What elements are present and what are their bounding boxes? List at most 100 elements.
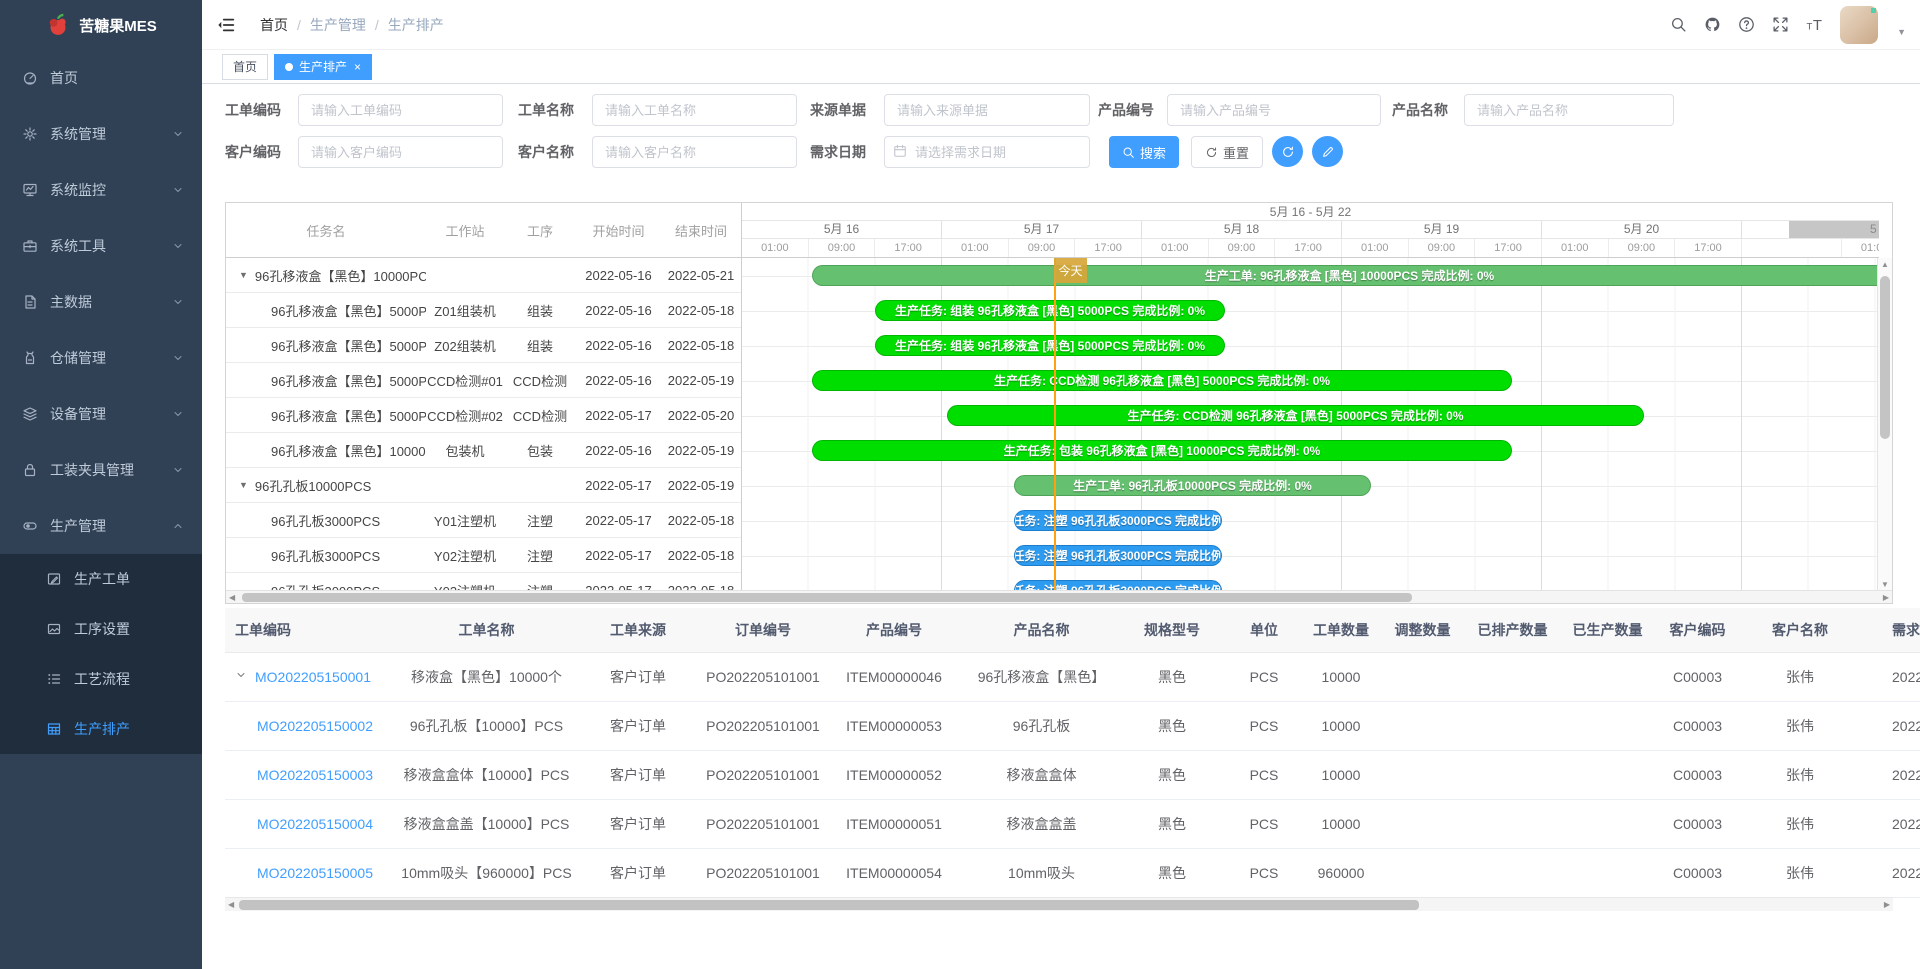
text-input-客户编码[interactable] [298, 136, 503, 168]
vertical-scroll-thumb[interactable] [1880, 276, 1890, 439]
scroll-up-arrow[interactable]: ▲ [1878, 260, 1892, 269]
gantt-grid-row[interactable]: 96孔孔板3000PCSY01注塑机注塑2022-05-172022-05-18 [226, 503, 741, 538]
sidebar-item-1[interactable]: 系统管理 [0, 106, 202, 162]
sidebar-item-3[interactable]: 系统工具 [0, 218, 202, 274]
search-button[interactable]: 搜索 [1109, 136, 1179, 168]
tab-production-scheduling[interactable]: 生产排产 × [274, 54, 372, 80]
gantt-bar-parent[interactable]: 生产工单: 96孔孔板10000PCS 完成比例: 0% [1014, 475, 1371, 496]
table-cell: 张伟 [1740, 750, 1860, 799]
app-logo: 苦糖果MES [0, 0, 202, 50]
tree-collapse-icon[interactable]: ▼ [239, 480, 248, 490]
tab-home[interactable]: 首页 [222, 54, 268, 80]
table-column-header-工单名称: 工单名称 [400, 608, 573, 652]
horizontal-scroll-thumb[interactable] [242, 593, 1412, 602]
chevron-down-icon [172, 408, 184, 420]
tree-collapse-icon[interactable]: ▼ [239, 270, 248, 280]
breadcrumb-production-management[interactable]: 生产管理 [310, 15, 366, 35]
text-input-来源单据[interactable] [884, 94, 1090, 126]
work-order-link[interactable]: MO202205150003 [257, 767, 373, 783]
document-icon [22, 294, 38, 310]
scroll-down-arrow[interactable]: ▼ [1878, 580, 1892, 589]
gantt-grid-row[interactable]: 96孔孔板3000PCSY02注塑机注塑2022-05-172022-05-18 [226, 538, 741, 573]
table-row: MO202205150001移液盒【黑色】10000个客户订单PO2022051… [225, 652, 1920, 701]
gantt-grid-row[interactable]: 96孔移液盒【黑色】5000PCSZ01组装机组装2022-05-162022-… [226, 293, 741, 328]
sidebar-item-5[interactable]: 仓储管理 [0, 330, 202, 386]
gantt-timeline-body: 生产工单: 96孔移液盒 [黑色] 10000PCS 完成比例: 0% 生产任务:… [742, 258, 1879, 591]
gantt-start-date: 2022-05-17 [576, 408, 661, 423]
expand-row-icon[interactable] [235, 669, 247, 681]
gantt-grid-row[interactable]: 96孔移液盒【黑色】5000PCSZ02组装机组装2022-05-162022-… [226, 328, 741, 363]
gantt-grid-row[interactable]: ▼96孔孔板10000PCS2022-05-172022-05-19 [226, 468, 741, 503]
gantt-grid-row[interactable]: ▼96孔移液盒【黑色】10000PCS2022-05-162022-05-21 [226, 258, 741, 293]
search-icon[interactable] [1670, 16, 1687, 33]
text-input-客户名称[interactable] [592, 136, 797, 168]
sidebar-item-2[interactable]: 系统监控 [0, 162, 202, 218]
gantt-bar-label: 生产任务: 组装 96孔移液盒 [黑色] 5000PCS 完成比例: 0% [895, 302, 1205, 319]
sidebar-subitem-工艺流程[interactable]: 工艺流程 [0, 654, 202, 704]
gantt-task-name-label: 96孔孔板3000PCS [271, 546, 380, 565]
sidebar-subitem-工序设置[interactable]: 工序设置 [0, 604, 202, 654]
image-icon [46, 621, 62, 637]
gantt-task-name: ▼96孔移液盒【黑色】10000PCS [226, 266, 426, 285]
gantt-bar-task[interactable]: 生产任务: 组装 96孔移液盒 [黑色] 5000PCS 完成比例: 0% [875, 300, 1225, 321]
gantt-bar-blue[interactable]: 生产任务: 注塑 96孔孔板3000PCS 完成比例: 0% [1014, 510, 1222, 531]
close-icon[interactable]: × [354, 61, 361, 73]
table-cell [1560, 750, 1655, 799]
table-cell: ITEM00000046 [823, 652, 965, 701]
gantt-bar-task[interactable]: 生产任务: 包装 96孔移液盒 [黑色] 10000PCS 完成比例: 0% [812, 440, 1512, 461]
gantt-grid-row[interactable]: 96孔移液盒【黑色】5000PCSCCD检测#02CCD检测2022-05-17… [226, 398, 741, 433]
gantt-grid-rows: ▼96孔移液盒【黑色】10000PCS2022-05-162022-05-219… [226, 258, 741, 591]
sidebar-item-7[interactable]: 工装夹具管理 [0, 442, 202, 498]
gantt-bar-parent[interactable]: 生产工单: 96孔移液盒 [黑色] 10000PCS 完成比例: 0% [812, 265, 1879, 286]
gantt-horizontal-scrollbar[interactable]: ◀ ▶ [226, 590, 1892, 603]
table-cell: MO202205150002 [225, 701, 400, 750]
fullscreen-icon[interactable] [1772, 16, 1789, 33]
github-icon[interactable] [1704, 16, 1721, 33]
table-cell: ITEM00000053 [823, 701, 965, 750]
breadcrumb-home[interactable]: 首页 [260, 15, 288, 35]
text-input-产品编号[interactable] [1167, 94, 1381, 126]
caret-down-icon[interactable]: ▼ [1897, 27, 1906, 37]
work-order-link[interactable]: MO202205150002 [257, 718, 373, 734]
gantt-bar-task[interactable]: 生产任务: CCD检测 96孔移液盒 [黑色] 5000PCS 完成比例: 0% [812, 370, 1512, 391]
table-cell: 移液盒盒体【10000】PCS [400, 750, 573, 799]
gantt-task-name: 96孔孔板3000PCS [226, 511, 426, 530]
sidebar-subitem-生产工单[interactable]: 生产工单 [0, 554, 202, 604]
work-order-link[interactable]: MO202205150004 [257, 816, 373, 832]
text-input-工单编码[interactable] [298, 94, 503, 126]
sidebar-item-8[interactable]: 生产管理 [0, 498, 202, 554]
gantt-vertical-scrollbar[interactable]: ▲ ▼ [1877, 258, 1892, 591]
table-cell: 客户订单 [573, 799, 703, 848]
search-button-label: 搜索 [1140, 143, 1166, 162]
refresh-round-button[interactable] [1272, 136, 1303, 167]
work-order-link[interactable]: MO202205150005 [257, 865, 373, 881]
gantt-bar-task[interactable]: 生产任务: 组装 96孔移液盒 [黑色] 5000PCS 完成比例: 0% [875, 335, 1225, 356]
sidebar-item-6[interactable]: 设备管理 [0, 386, 202, 442]
table-horizontal-scrollbar[interactable]: ◀ ▶ [225, 897, 1893, 911]
gantt-bar-task[interactable]: 生产任务: CCD检测 96孔移液盒 [黑色] 5000PCS 完成比例: 0% [947, 405, 1644, 426]
gantt-grid-row[interactable]: 96孔孔板3000PCSY03注塑机注塑2022-05-172022-05-18 [226, 573, 741, 591]
scroll-right-arrow[interactable]: ▶ [1884, 898, 1890, 912]
gantt-grid-row[interactable]: 96孔移液盒【黑色】5000PCSCCD检测#01CCD检测2022-05-16… [226, 363, 741, 398]
font-size-icon[interactable]: TT [1806, 16, 1823, 33]
avatar[interactable] [1840, 6, 1878, 44]
text-input-产品名称[interactable] [1464, 94, 1674, 126]
scroll-right-arrow[interactable]: ▶ [1883, 591, 1889, 604]
gantt-workstation: CCD检测#02 [426, 406, 504, 425]
edit-round-button[interactable] [1312, 136, 1343, 167]
hamburger-icon[interactable] [202, 16, 250, 34]
date-input-需求日期[interactable] [884, 136, 1090, 168]
gantt-task-name-label: 96孔移液盒【黑色】5000PCS [271, 336, 426, 355]
scroll-left-arrow[interactable]: ◀ [228, 898, 234, 912]
sidebar-item-0[interactable]: 首页 [0, 50, 202, 106]
work-order-link[interactable]: MO202205150001 [255, 669, 371, 685]
gantt-grid-row[interactable]: 96孔移液盒【黑色】10000PCS包装机包装2022-05-162022-05… [226, 433, 741, 468]
reset-button[interactable]: 重置 [1191, 136, 1263, 168]
scroll-left-arrow[interactable]: ◀ [229, 591, 235, 604]
horizontal-scroll-thumb[interactable] [239, 900, 1419, 910]
help-icon[interactable] [1738, 16, 1755, 33]
sidebar-subitem-生产排产[interactable]: 生产排产 [0, 704, 202, 754]
sidebar-item-4[interactable]: 主数据 [0, 274, 202, 330]
gantt-bar-blue[interactable]: 生产任务: 注塑 96孔孔板3000PCS 完成比例: 0% [1014, 545, 1222, 566]
text-input-工单名称[interactable] [592, 94, 797, 126]
